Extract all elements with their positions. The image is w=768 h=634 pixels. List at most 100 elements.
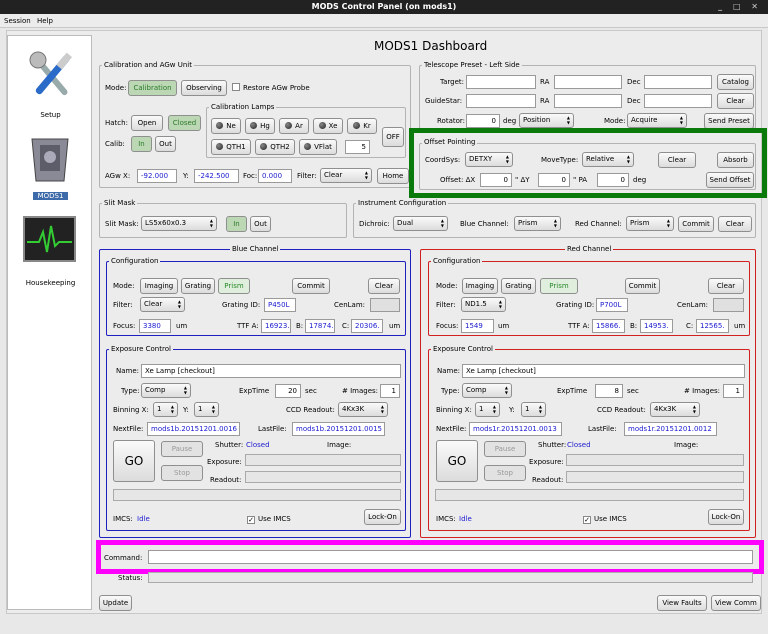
calibration-mode-button[interactable]: Calibration	[128, 80, 177, 96]
lamp-qth1-button[interactable]: QTH1	[211, 139, 251, 155]
blue-prism-button[interactable]: Prism	[218, 278, 250, 294]
red-lastfile-field[interactable]: mods1r.20151201.0012	[624, 422, 717, 436]
rotator-mode-select[interactable]: Position	[519, 113, 574, 128]
offset-dy-field[interactable]: 0	[538, 173, 570, 187]
slit-mask-out-button[interactable]: Out	[250, 216, 271, 232]
red-nextfile-field[interactable]: mods1r.20151201.0013	[469, 422, 562, 436]
guidestar-dec-field[interactable]	[644, 94, 712, 108]
agw-y-field[interactable]: -242.500	[194, 169, 239, 183]
offset-clear-button[interactable]: Clear	[658, 152, 696, 168]
lamps-off-button[interactable]: OFF	[382, 127, 404, 147]
lamp-ne-button[interactable]: Ne	[211, 118, 241, 134]
agw-home-button[interactable]: Home	[377, 168, 409, 184]
hatch-closed-button[interactable]: Closed	[168, 115, 201, 131]
sidebar-housekeeping-label[interactable]: Housekeeping	[8, 279, 93, 287]
absorb-button[interactable]: Absorb	[717, 152, 754, 168]
blue-channel-select[interactable]: Prism	[514, 216, 561, 231]
guidestar-field[interactable]	[466, 94, 536, 108]
red-type-select[interactable]: Comp	[462, 383, 512, 398]
update-button[interactable]: Update	[99, 595, 132, 611]
red-filter-select[interactable]: ND1.5	[461, 297, 506, 312]
housekeeping-monitor-icon[interactable]	[23, 216, 76, 262]
slit-mask-in-button[interactable]: In	[226, 216, 247, 232]
calib-in-button[interactable]: In	[131, 136, 152, 152]
vflat-intensity-field[interactable]: 5	[345, 140, 370, 154]
blue-pause-button[interactable]: Pause	[161, 441, 203, 457]
red-nimages-field[interactable]: 1	[723, 384, 744, 398]
send-preset-button[interactable]: Send Preset	[704, 113, 754, 129]
target-field[interactable]	[466, 75, 536, 89]
blue-grating-button[interactable]: Grating	[181, 278, 215, 294]
offset-pa-field[interactable]: 0	[597, 173, 629, 187]
red-use-imcs-checkbox[interactable]: ✓ Use IMCS	[583, 514, 627, 524]
blue-nextfile-field[interactable]: mods1b.20151201.0016	[147, 422, 240, 436]
lamp-hg-button[interactable]: Hg	[245, 118, 275, 134]
red-go-button[interactable]: GO	[436, 440, 478, 482]
preset-mode-select[interactable]: Acquire	[627, 113, 687, 128]
calib-out-button[interactable]: Out	[155, 136, 176, 152]
rotator-field[interactable]: 0	[466, 114, 500, 128]
blue-nimages-field[interactable]: 1	[380, 384, 400, 398]
agw-foc-field[interactable]: 0.000	[258, 169, 292, 183]
blue-ttfc-field[interactable]: 20306.	[351, 319, 383, 333]
command-input[interactable]	[148, 550, 753, 564]
red-ccd-select[interactable]: 4Kx3K	[650, 402, 700, 417]
target-dec-field[interactable]	[644, 75, 712, 89]
blue-clear-button[interactable]: Clear	[368, 278, 400, 294]
sidebar-mods1-label[interactable]: MODS1	[33, 192, 68, 200]
blue-binx-select[interactable]: 1	[153, 402, 178, 417]
send-offset-button[interactable]: Send Offset	[706, 172, 754, 188]
menu-help[interactable]: Help	[37, 17, 53, 25]
mods1-instrument-icon[interactable]	[26, 131, 74, 189]
checkmark-icon[interactable]: ✓	[583, 516, 591, 524]
blue-name-field[interactable]: Xe Lamp [checkout]	[141, 364, 401, 378]
blue-go-button[interactable]: GO	[113, 440, 155, 482]
lamp-ar-button[interactable]: Ar	[279, 118, 309, 134]
blue-commit-button[interactable]: Commit	[292, 278, 330, 294]
catalog-button[interactable]: Catalog	[717, 74, 754, 90]
setup-tools-icon[interactable]	[26, 46, 76, 108]
view-faults-button[interactable]: View Faults	[657, 595, 707, 611]
red-commit-button[interactable]: Commit	[625, 278, 660, 294]
red-stop-button[interactable]: Stop	[484, 465, 526, 481]
view-comm-button[interactable]: View Comm	[711, 595, 761, 611]
agw-filter-select[interactable]: Clear	[320, 168, 372, 183]
red-ttfa-field[interactable]: 15866.	[592, 319, 625, 333]
observing-mode-button[interactable]: Observing	[181, 80, 227, 96]
coordsys-select[interactable]: DETXY	[465, 152, 513, 167]
inst-commit-button[interactable]: Commit	[678, 216, 714, 232]
agw-x-field[interactable]: -92.000	[137, 169, 177, 183]
red-grating-id-field[interactable]: P700L	[596, 298, 628, 312]
red-prism-button[interactable]: Prism	[540, 278, 578, 294]
guidestar-ra-field[interactable]	[554, 94, 622, 108]
red-channel-select[interactable]: Prism	[626, 216, 674, 231]
blue-ttfa-field[interactable]: 16923.	[261, 319, 291, 333]
red-exptime-field[interactable]: 8	[595, 384, 623, 398]
dichroic-select[interactable]: Dual	[393, 216, 448, 231]
blue-cenlam-field[interactable]	[370, 298, 400, 312]
red-grating-button[interactable]: Grating	[501, 278, 536, 294]
menu-session[interactable]: Session	[4, 17, 31, 25]
target-ra-field[interactable]	[554, 75, 622, 89]
inst-clear-button[interactable]: Clear	[718, 216, 752, 232]
blue-ttfb-field[interactable]: 17874.	[305, 319, 335, 333]
red-cenlam-field[interactable]	[713, 298, 744, 312]
red-pause-button[interactable]: Pause	[484, 441, 526, 457]
restore-agw-checkbox[interactable]: Restore AGw Probe	[232, 83, 310, 93]
blue-filter-select[interactable]: Clear	[140, 297, 185, 312]
red-lockon-button[interactable]: Lock-On	[708, 509, 744, 525]
hatch-open-button[interactable]: Open	[131, 115, 163, 131]
red-clear-button[interactable]: Clear	[708, 278, 744, 294]
lamp-vflat-button[interactable]: VFlat	[299, 139, 337, 155]
blue-grating-id-field[interactable]: P450L	[264, 298, 296, 312]
preset-clear-button[interactable]: Clear	[717, 93, 754, 109]
blue-lockon-button[interactable]: Lock-On	[364, 509, 401, 525]
checkmark-icon[interactable]: ✓	[247, 516, 255, 524]
offset-dx-field[interactable]: 0	[480, 173, 512, 187]
blue-type-select[interactable]: Comp	[141, 383, 191, 398]
blue-use-imcs-checkbox[interactable]: ✓ Use IMCS	[247, 514, 291, 524]
slit-mask-select[interactable]: LS5x60x0.3	[141, 216, 217, 231]
movetype-select[interactable]: Relative	[582, 152, 634, 167]
lamp-kr-button[interactable]: Kr	[347, 118, 377, 134]
red-name-field[interactable]: Xe Lamp [checkout]	[462, 364, 745, 378]
